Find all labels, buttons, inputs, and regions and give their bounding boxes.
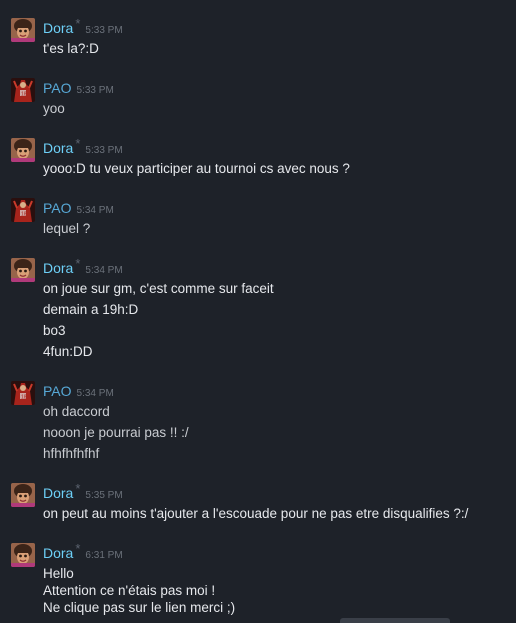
- message-line: Hello: [43, 566, 74, 581]
- message-body: on joue sur gm, c'est comme sur faceit d…: [43, 278, 274, 362]
- username[interactable]: Dora: [43, 20, 73, 36]
- svg-text:18: 18: [21, 212, 27, 218]
- star-icon: *: [75, 481, 81, 496]
- message-body: lequel ?: [43, 218, 90, 239]
- svg-text:18: 18: [21, 92, 27, 98]
- pao-avatar-icon[interactable]: 18: [11, 198, 35, 222]
- message-line: 4fun:DD: [43, 344, 93, 359]
- message-line: demain a 19h:D: [43, 302, 139, 317]
- message-body: yooo:D tu veux participer au tournoi cs …: [43, 158, 350, 179]
- message-line: on joue sur gm, c'est comme sur faceit: [43, 281, 274, 296]
- message-line: oh daccord: [43, 404, 110, 419]
- message-line: hfhfhfhfhf: [43, 446, 100, 461]
- dora-avatar-icon[interactable]: [11, 483, 35, 507]
- star-icon: *: [75, 256, 81, 271]
- username[interactable]: PAO: [43, 200, 72, 216]
- username[interactable]: Dora: [43, 260, 73, 276]
- timestamp: 5:33 PM: [76, 85, 114, 96]
- dora-avatar-icon[interactable]: [11, 258, 35, 282]
- message-line: t'es la?:D: [43, 41, 99, 56]
- message-body: oh daccord nooon je pourrai pas !! :/ hf…: [43, 401, 189, 464]
- message-header: Dora * 5:33 PM: [43, 136, 123, 158]
- message-line: bo3: [43, 323, 66, 338]
- message-line: yoo: [43, 101, 65, 116]
- message-body: on peut au moins t'ajouter a l'escouade …: [43, 503, 468, 524]
- username[interactable]: Dora: [43, 545, 73, 561]
- pao-avatar-icon[interactable]: 18: [11, 78, 35, 102]
- message-body: t'es la?:D: [43, 38, 99, 59]
- message-line: nooon je pourrai pas !! :/: [43, 425, 189, 440]
- timestamp: 5:33 PM: [85, 25, 123, 36]
- timestamp: 5:34 PM: [85, 265, 123, 276]
- chat-log: Dora * 5:33 PM t'es la?:D 18 PAO 5:33 PM yo…: [0, 0, 516, 623]
- username[interactable]: Dora: [43, 140, 73, 156]
- dora-avatar-icon[interactable]: [11, 18, 35, 42]
- timestamp: 5:33 PM: [85, 145, 123, 156]
- message-line: on peut au moins t'ajouter a l'escouade …: [43, 506, 469, 521]
- username[interactable]: PAO: [43, 383, 72, 399]
- message-header: PAO 5:34 PM: [43, 198, 114, 218]
- timestamp: 6:31 PM: [85, 550, 123, 561]
- message-body: yoo: [43, 98, 65, 119]
- message-header: PAO 5:34 PM: [43, 381, 114, 401]
- message-header: Dora * 5:34 PM: [43, 256, 123, 278]
- message-line: yooo:D tu veux participer au tournoi cs …: [43, 161, 350, 176]
- scrollbar[interactable]: [340, 618, 450, 623]
- message-header: Dora * 6:31 PM: [43, 541, 123, 563]
- message-header: Dora * 5:35 PM: [43, 481, 123, 503]
- username[interactable]: Dora: [43, 485, 73, 501]
- username[interactable]: PAO: [43, 80, 72, 96]
- star-icon: *: [75, 136, 81, 151]
- dora-avatar-icon[interactable]: [11, 543, 35, 567]
- star-icon: *: [75, 16, 81, 31]
- dora-avatar-icon[interactable]: [11, 138, 35, 162]
- star-icon: *: [75, 541, 81, 556]
- svg-text:18: 18: [21, 395, 27, 401]
- message-line: lequel ?: [43, 221, 91, 236]
- message-line: Attention ce n'étais pas moi !: [43, 583, 216, 598]
- message-header: Dora * 5:33 PM: [43, 16, 123, 38]
- timestamp: 5:35 PM: [85, 490, 123, 501]
- pao-avatar-icon[interactable]: 18: [11, 381, 35, 405]
- timestamp: 5:34 PM: [76, 205, 114, 216]
- message-header: PAO 5:33 PM: [43, 78, 114, 98]
- message-line: Ne clique pas sur le lien merci ;): [43, 600, 236, 615]
- message-body: Hello Attention ce n'étais pas moi ! Ne …: [43, 565, 235, 616]
- timestamp: 5:34 PM: [76, 388, 114, 399]
